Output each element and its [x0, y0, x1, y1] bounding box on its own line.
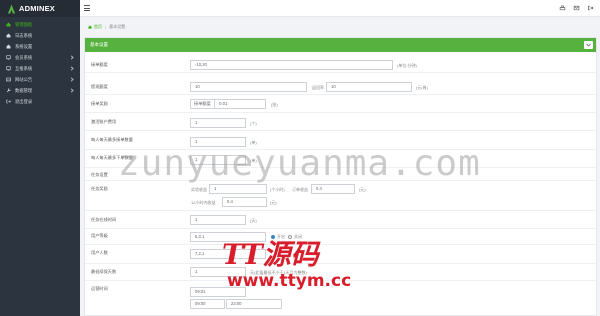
wrench-icon	[6, 88, 11, 93]
watermark-text: zunyueyuanma.com	[118, 143, 481, 184]
field-label: 任务奖励	[91, 186, 108, 191]
field-hint: (元/周)	[416, 85, 428, 90]
field-label: 订单收益	[292, 187, 308, 192]
field-hint: (个小时)	[270, 187, 285, 192]
sidebar-item-label: 日志系统	[15, 32, 33, 38]
logo[interactable]: ADMINEX	[0, 0, 80, 17]
online-time-input[interactable]: 1	[190, 215, 246, 225]
sidebar-item-label: 数据管理	[15, 87, 33, 93]
breadcrumb-home[interactable]: 首页	[94, 24, 102, 30]
field-label: 接单奖励	[91, 101, 108, 106]
close-time-input[interactable]: 23:00	[226, 299, 282, 309]
experiment-income-input[interactable]: 1	[209, 184, 267, 194]
order-income-input[interactable]: 0.4	[311, 184, 355, 194]
field-label: 用户等级	[91, 233, 108, 238]
chevron-right-icon	[69, 88, 74, 93]
sidebar-item-label: 管理面板	[15, 21, 33, 27]
sidebar-item-label: 退出登录	[15, 98, 33, 104]
field-label: 用户人数	[91, 250, 108, 255]
sidebar-item-settings[interactable]: 系统设置	[0, 41, 80, 52]
breadcrumb-current: 基本设置	[109, 24, 126, 29]
sidebar-item-dashboard[interactable]: 管理面板	[0, 19, 80, 30]
collapse-button[interactable]	[584, 41, 593, 49]
form-row-withdraw: 提现额度 10 返回率 10 (元/周)	[85, 80, 598, 95]
field-label: 最低续保天数	[91, 269, 117, 274]
sidebar-item-logs[interactable]: 日志系统	[0, 30, 80, 41]
field-label: 实验收益	[191, 187, 207, 192]
home-icon	[6, 22, 11, 27]
field-label: 返回率	[312, 85, 324, 90]
sidebar-item-label: 系统设置	[15, 43, 33, 49]
chevron-right-icon	[69, 77, 74, 82]
sidebar-item-members[interactable]: 会员系统	[0, 52, 80, 63]
return-rate-input[interactable]: 10	[326, 82, 412, 92]
form-row-user-count: 用户人数 7,2,1	[85, 245, 598, 264]
sidebar-item-label: 网站公告	[15, 76, 33, 82]
activate-fee-input[interactable]: 1	[190, 118, 246, 128]
monitor-icon	[6, 55, 11, 60]
field-label: 运营时间	[91, 286, 108, 291]
form-row-task-reward: 任务奖励 实验收益 1 (个小时) 订单收益 0.4 (元) 12小时内收益 0…	[85, 181, 598, 211]
field-label: 激活账户费用	[91, 119, 117, 124]
field-hint: (天)	[250, 218, 257, 223]
print-icon[interactable]	[559, 5, 566, 11]
home-icon	[6, 44, 11, 49]
field-hint: (元)	[359, 187, 366, 192]
sidebar-item-promotion[interactable]: 互推系统	[0, 63, 80, 74]
sidebar-item-logout[interactable]: 退出登录	[0, 96, 80, 107]
field-label: 任务在线时间	[91, 217, 117, 222]
field-label: 任务设置	[91, 172, 108, 177]
field-prefix: 接单额度	[191, 100, 215, 108]
sidebar-item-label: 互推系统	[15, 65, 33, 71]
top-bar	[80, 0, 600, 17]
image-icon	[6, 77, 11, 82]
withdraw-input[interactable]: 10	[190, 82, 307, 92]
home-icon	[6, 33, 11, 38]
watermark-logo: TT源码	[222, 238, 319, 271]
reward-group: 接单额度 0.01	[190, 99, 266, 109]
sidebar-item-label: 会员系统	[15, 54, 33, 60]
mail-icon[interactable]	[573, 5, 580, 11]
logout-icon	[6, 99, 11, 104]
field-hint: (元)	[270, 200, 277, 205]
form-row-user-level: 用户等级 5,3,1 开启 关闭	[85, 229, 598, 245]
field-label: 提现额度	[91, 84, 108, 89]
monitor-icon	[6, 66, 11, 71]
field-hint: (单位:分钟)	[397, 63, 417, 68]
twelve-hour-income-input[interactable]: 0.4	[222, 197, 267, 207]
order-limit-input[interactable]: -10,20	[190, 60, 393, 70]
home-icon	[88, 25, 92, 29]
logout-icon[interactable]	[587, 5, 594, 11]
panel-title: 基本设置	[90, 42, 108, 47]
form-row-activate-fee: 激活账户费用 1 (个)	[85, 115, 598, 131]
field-label: 接单额度	[91, 62, 108, 67]
sidebar: ADMINEX 管理面板 日志系统 系统设置 会员系统 互推系统 网站公告 数据…	[0, 0, 80, 316]
menu-toggle-icon[interactable]	[84, 5, 90, 11]
chevron-down-icon	[586, 43, 591, 47]
breadcrumb: 首页 / 基本设置	[80, 17, 600, 37]
form-row-reward: 接单奖励 接单额度 0.01 (张)	[85, 97, 598, 113]
form-row-online-time: 任务在线时间 1 (天)	[85, 211, 598, 229]
field-hint: (张)	[271, 102, 278, 107]
chevron-right-icon	[69, 66, 74, 71]
field-label: 12小时内收益	[191, 200, 216, 205]
app-name: ADMINEX	[19, 4, 55, 13]
sidebar-item-data[interactable]: 数据管理	[0, 85, 80, 96]
panel-header: 基本设置	[85, 38, 596, 52]
sidebar-item-announcements[interactable]: 网站公告	[0, 74, 80, 85]
open-time-input[interactable]: 09:00	[190, 299, 225, 309]
logo-icon	[7, 4, 16, 13]
field-hint: (个)	[250, 121, 257, 126]
chevron-right-icon	[69, 55, 74, 60]
reward-input[interactable]: 0.01	[216, 101, 227, 106]
watermark-url: www.ttym.cc	[227, 271, 352, 291]
form-row-order-limit: 接单额度 -10,20 (单位:分钟)	[85, 58, 598, 73]
